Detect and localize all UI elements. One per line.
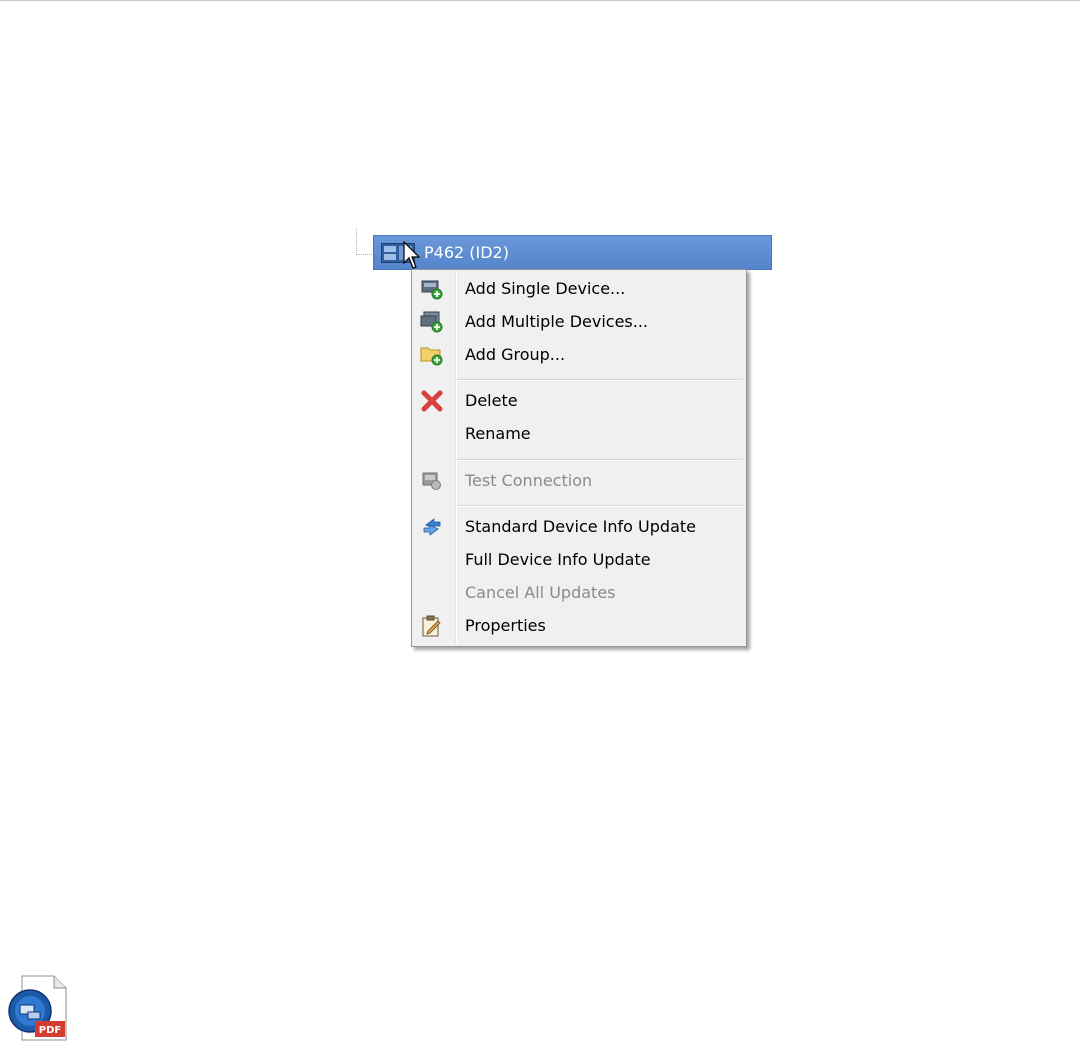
test-connection-icon xyxy=(422,472,441,490)
menu-item-label: Add Group... xyxy=(465,345,566,364)
menu-separator xyxy=(457,505,742,507)
menu-item-label: Properties xyxy=(465,616,546,635)
menu-item-label: Delete xyxy=(465,391,518,410)
pdf-badge-text: PDF xyxy=(39,1025,61,1036)
menu-separator xyxy=(457,459,742,461)
menu-item-label: Rename xyxy=(465,424,531,443)
menu-item-label: Standard Device Info Update xyxy=(465,517,696,536)
menu-item-label: Add Multiple Devices... xyxy=(465,312,649,331)
menu-item-label: Test Connection xyxy=(465,471,593,490)
menu-item-full-device-info-update[interactable]: Full Device Info Update xyxy=(414,543,744,576)
pdf-document-icon[interactable]: PDF xyxy=(8,975,68,1042)
menu-item-standard-device-info-update[interactable]: Standard Device Info Update xyxy=(414,510,744,543)
properties-clipboard-icon xyxy=(422,615,441,637)
menu-item-rename[interactable]: Rename xyxy=(414,417,744,450)
menu-item-add-multiple-devices[interactable]: Add Multiple Devices... xyxy=(414,305,744,338)
menu-item-delete[interactable]: Delete xyxy=(414,384,744,417)
menu-item-label: Full Device Info Update xyxy=(465,550,651,569)
tree-connector-line xyxy=(356,228,374,255)
context-menu: Add Single Device... Add Multiple Device… xyxy=(411,269,747,647)
menu-separator xyxy=(457,379,742,381)
top-border xyxy=(0,0,1080,1)
tree-node-label: P462 (ID2) xyxy=(424,243,509,262)
add-multiple-devices-icon xyxy=(420,311,443,333)
menu-item-label: Add Single Device... xyxy=(465,279,626,298)
tree-node-device[interactable]: P462 (ID2) xyxy=(373,235,772,270)
refresh-arrows-icon xyxy=(423,518,441,536)
add-group-folder-icon xyxy=(420,347,443,366)
menu-item-test-connection[interactable]: Test Connection xyxy=(414,464,744,497)
menu-item-add-single-device[interactable]: Add Single Device... xyxy=(414,272,744,305)
menu-item-properties[interactable]: Properties xyxy=(414,609,744,642)
delete-x-icon xyxy=(421,390,443,412)
mouse-cursor-icon xyxy=(403,241,421,269)
add-device-icon xyxy=(421,280,443,300)
menu-item-label: Cancel All Updates xyxy=(465,583,616,602)
menu-item-add-group[interactable]: Add Group... xyxy=(414,338,744,371)
menu-item-cancel-all-updates[interactable]: Cancel All Updates xyxy=(414,576,744,609)
